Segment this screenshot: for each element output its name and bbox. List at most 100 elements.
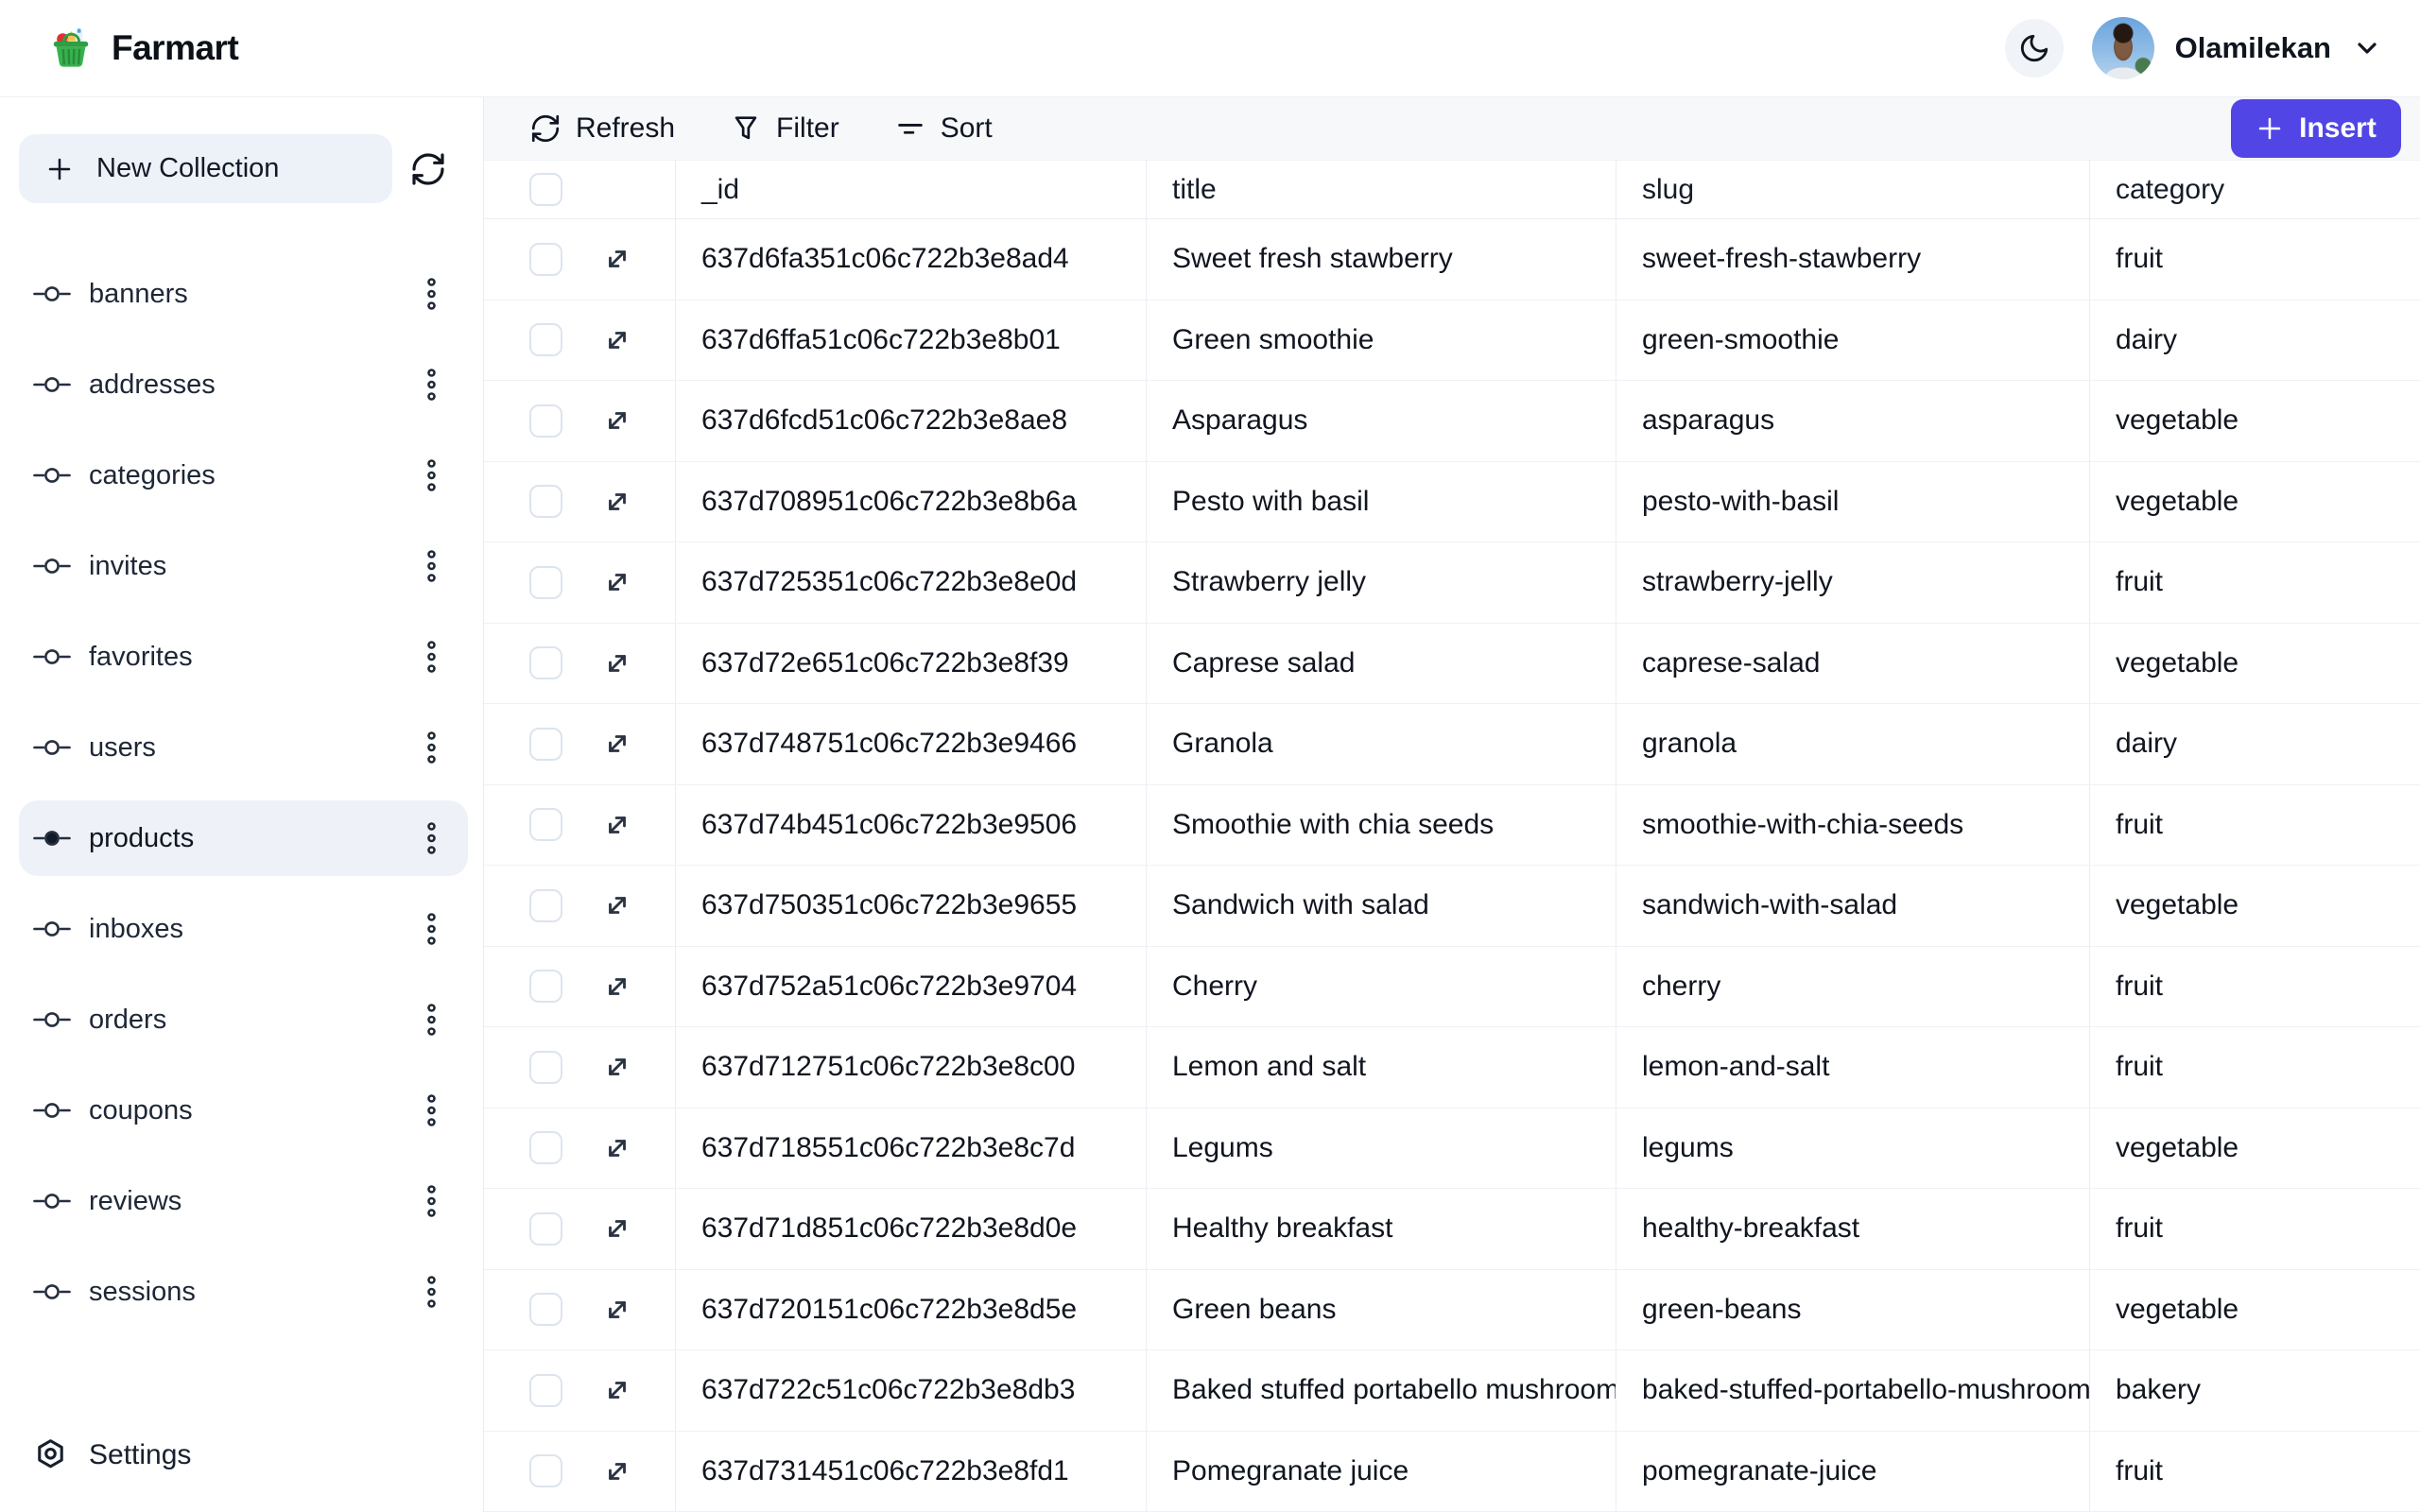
row-checkbox[interactable]: [529, 728, 562, 761]
cell-title[interactable]: Asparagus: [1147, 381, 1616, 461]
sidebar-item-orders[interactable]: orders: [19, 982, 468, 1057]
cell-slug[interactable]: pesto-with-basil: [1616, 462, 2090, 542]
cell-title[interactable]: Green beans: [1147, 1270, 1616, 1350]
cell-id[interactable]: 637d712751c06c722b3e8c00: [676, 1027, 1147, 1108]
filter-button[interactable]: Filter: [730, 112, 839, 145]
cell-category[interactable]: dairy: [2090, 301, 2420, 381]
cell-title[interactable]: Green smoothie: [1147, 301, 1616, 381]
row-checkbox[interactable]: [529, 889, 562, 922]
sidebar-item-products[interactable]: products: [19, 800, 468, 876]
column-header-title[interactable]: title: [1147, 161, 1616, 218]
cell-title[interactable]: Lemon and salt: [1147, 1027, 1616, 1108]
collection-options-button[interactable]: [422, 364, 441, 405]
collection-options-button[interactable]: [422, 1271, 441, 1313]
cell-id[interactable]: 637d731451c06c722b3e8fd1: [676, 1432, 1147, 1512]
row-checkbox[interactable]: [529, 1374, 562, 1407]
cell-title[interactable]: Pesto with basil: [1147, 462, 1616, 542]
sidebar-item-inboxes[interactable]: inboxes: [19, 891, 468, 967]
cell-category[interactable]: vegetable: [2090, 1108, 2420, 1189]
column-header-slug[interactable]: slug: [1616, 161, 2090, 218]
cell-slug[interactable]: baked-stuffed-portabello-mushrooms: [1616, 1350, 2090, 1431]
cell-id[interactable]: 637d720151c06c722b3e8d5e: [676, 1270, 1147, 1350]
cell-category[interactable]: vegetable: [2090, 1270, 2420, 1350]
collection-options-button[interactable]: [422, 273, 441, 315]
cell-category[interactable]: fruit: [2090, 542, 2420, 623]
cell-slug[interactable]: sweet-fresh-stawberry: [1616, 219, 2090, 300]
column-header-id[interactable]: _id: [676, 161, 1147, 218]
collection-options-button[interactable]: [422, 817, 441, 859]
expand-row-button[interactable]: [600, 888, 634, 922]
insert-button[interactable]: Insert: [2231, 99, 2401, 158]
cell-category[interactable]: fruit: [2090, 1189, 2420, 1269]
collection-options-button[interactable]: [422, 999, 441, 1040]
sidebar-item-users[interactable]: users: [19, 710, 468, 785]
row-checkbox[interactable]: [529, 243, 562, 276]
expand-row-button[interactable]: [600, 1131, 634, 1165]
new-collection-button[interactable]: New Collection: [19, 134, 392, 203]
collection-options-button[interactable]: [422, 1180, 441, 1222]
cell-id[interactable]: 637d718551c06c722b3e8c7d: [676, 1108, 1147, 1189]
collection-options-button[interactable]: [422, 545, 441, 587]
expand-row-button[interactable]: [600, 485, 634, 519]
cell-category[interactable]: vegetable: [2090, 381, 2420, 461]
cell-slug[interactable]: granola: [1616, 704, 2090, 784]
collection-options-button[interactable]: [422, 636, 441, 678]
row-checkbox[interactable]: [529, 1454, 562, 1487]
collection-options-button[interactable]: [422, 908, 441, 950]
dark-mode-toggle[interactable]: [2005, 19, 2064, 77]
expand-row-button[interactable]: [600, 242, 634, 276]
cell-slug[interactable]: lemon-and-salt: [1616, 1027, 2090, 1108]
refresh-collections-button[interactable]: [409, 150, 447, 188]
cell-id[interactable]: 637d725351c06c722b3e8e0d: [676, 542, 1147, 623]
cell-category[interactable]: fruit: [2090, 947, 2420, 1027]
expand-row-button[interactable]: [600, 808, 634, 842]
cell-category[interactable]: fruit: [2090, 219, 2420, 300]
cell-title[interactable]: Healthy breakfast: [1147, 1189, 1616, 1269]
refresh-button[interactable]: Refresh: [529, 112, 675, 145]
cell-title[interactable]: Granola: [1147, 704, 1616, 784]
cell-category[interactable]: vegetable: [2090, 866, 2420, 946]
row-checkbox[interactable]: [529, 1051, 562, 1084]
cell-slug[interactable]: asparagus: [1616, 381, 2090, 461]
sidebar-item-addresses[interactable]: addresses: [19, 347, 468, 422]
cell-id[interactable]: 637d708951c06c722b3e8b6a: [676, 462, 1147, 542]
row-checkbox[interactable]: [529, 404, 562, 438]
cell-slug[interactable]: green-smoothie: [1616, 301, 2090, 381]
cell-slug[interactable]: sandwich-with-salad: [1616, 866, 2090, 946]
cell-id[interactable]: 637d6ffa51c06c722b3e8b01: [676, 301, 1147, 381]
expand-row-button[interactable]: [600, 727, 634, 761]
cell-category[interactable]: fruit: [2090, 1027, 2420, 1108]
expand-row-button[interactable]: [600, 1050, 634, 1084]
expand-row-button[interactable]: [600, 404, 634, 438]
expand-row-button[interactable]: [600, 565, 634, 599]
expand-row-button[interactable]: [600, 1211, 634, 1246]
cell-id[interactable]: 637d752a51c06c722b3e9704: [676, 947, 1147, 1027]
row-checkbox[interactable]: [529, 646, 562, 679]
cell-title[interactable]: Legums: [1147, 1108, 1616, 1189]
cell-slug[interactable]: smoothie-with-chia-seeds: [1616, 785, 2090, 866]
sort-button[interactable]: Sort: [894, 112, 993, 145]
sidebar-item-banners[interactable]: banners: [19, 256, 468, 332]
expand-row-button[interactable]: [600, 1373, 634, 1407]
expand-row-button[interactable]: [600, 646, 634, 680]
cell-slug[interactable]: strawberry-jelly: [1616, 542, 2090, 623]
cell-slug[interactable]: green-beans: [1616, 1270, 2090, 1350]
sidebar-item-favorites[interactable]: favorites: [19, 619, 468, 695]
sidebar-item-coupons[interactable]: coupons: [19, 1073, 468, 1148]
cell-slug[interactable]: healthy-breakfast: [1616, 1189, 2090, 1269]
cell-title[interactable]: Smoothie with chia seeds: [1147, 785, 1616, 866]
cell-id[interactable]: 637d6fcd51c06c722b3e8ae8: [676, 381, 1147, 461]
column-header-category[interactable]: category: [2090, 161, 2420, 218]
sidebar-item-categories[interactable]: categories: [19, 438, 468, 513]
row-checkbox[interactable]: [529, 1212, 562, 1246]
cell-slug[interactable]: caprese-salad: [1616, 624, 2090, 704]
expand-row-button[interactable]: [600, 970, 634, 1004]
cell-id[interactable]: 637d750351c06c722b3e9655: [676, 866, 1147, 946]
row-checkbox[interactable]: [529, 1131, 562, 1164]
cell-id[interactable]: 637d74b451c06c722b3e9506: [676, 785, 1147, 866]
sidebar-item-reviews[interactable]: reviews: [19, 1163, 468, 1239]
cell-id[interactable]: 637d748751c06c722b3e9466: [676, 704, 1147, 784]
cell-category[interactable]: vegetable: [2090, 462, 2420, 542]
collection-options-button[interactable]: [422, 455, 441, 496]
row-checkbox[interactable]: [529, 1293, 562, 1326]
